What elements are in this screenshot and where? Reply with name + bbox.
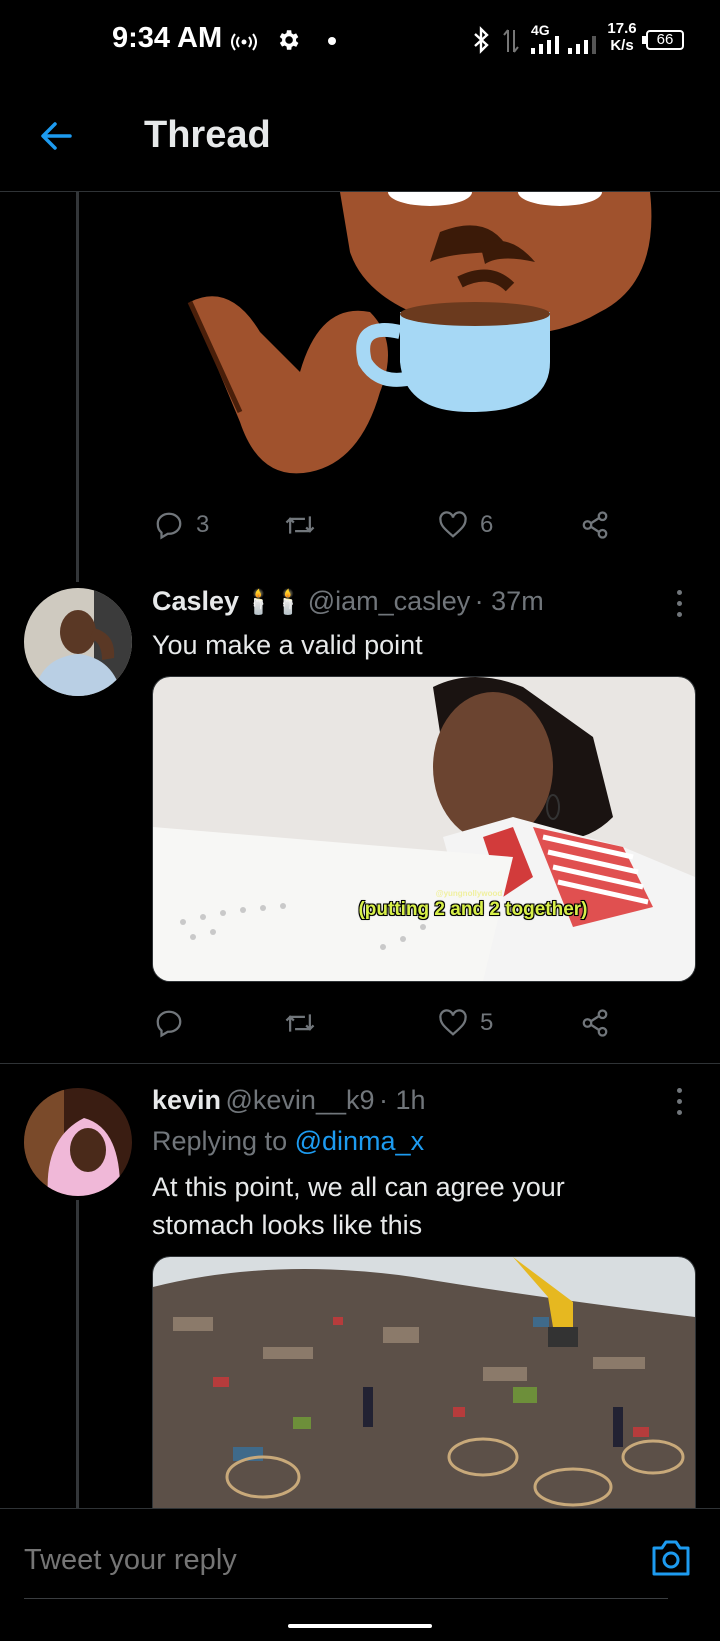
signal-icon-1 (531, 36, 559, 54)
gear-icon (279, 30, 299, 50)
avatar-kevin[interactable] (24, 1088, 132, 1196)
retweet-icon (285, 516, 315, 534)
tweet-header-casley: Casley 🕯️🕯️ @iam_casley · 37m (152, 586, 544, 617)
tweet-author-handle[interactable]: @kevin__k9 (226, 1085, 375, 1115)
status-bar: 9:34 AM 4G 17.6 K/s 66 (0, 0, 720, 80)
tweet-text: You make a valid point (152, 630, 423, 660)
reply-button[interactable]: 3 (154, 500, 209, 550)
tweet-divider (0, 1063, 720, 1064)
battery-level: 66 (656, 31, 674, 48)
reply-icon (156, 512, 182, 540)
share-button[interactable] (580, 500, 610, 550)
media-caption: (putting 2 and 2 together) (358, 899, 588, 920)
replying-to-prefix: Replying to (152, 1126, 288, 1156)
camera-icon[interactable] (650, 1538, 692, 1578)
like-button[interactable]: 6 (438, 500, 493, 550)
tweet-text-line-1: At this point, we all can agree your (152, 1172, 565, 1202)
candle-emoji: 🕯️🕯️ (243, 589, 304, 616)
home-indicator[interactable] (288, 1624, 432, 1628)
reply-button[interactable] (154, 998, 196, 1048)
like-button[interactable]: 5 (438, 998, 493, 1048)
tweet-media-image[interactable] (152, 1256, 696, 1509)
back-arrow-icon[interactable] (36, 116, 76, 156)
page-title: Thread (144, 114, 271, 156)
garbage-dump-image (153, 1257, 695, 1509)
reply-icon (156, 1010, 182, 1038)
hotspot-icon (231, 33, 257, 51)
avatar-image (24, 1088, 132, 1196)
woman-reading-meme-image (153, 677, 695, 981)
network-speed: 17.6 K/s (604, 20, 640, 54)
like-count: 5 (480, 1009, 494, 1036)
network-speed-unit: K/s (610, 37, 634, 54)
share-icon (582, 1009, 608, 1037)
reply-count: 3 (196, 511, 210, 538)
signal-icon-2 (568, 36, 596, 54)
more-icon[interactable] (675, 590, 685, 623)
data-transfer-icon (503, 29, 519, 53)
tweet-actions: 3 6 (154, 500, 614, 550)
notification-dot (328, 37, 336, 45)
tweet-text-line-2: stomach looks like this (152, 1210, 423, 1240)
media-watermark: @yungnollywood (435, 889, 503, 898)
retweet-button[interactable] (284, 500, 328, 550)
replying-to-link[interactable]: @dinma_x (295, 1126, 424, 1156)
reply-underline (24, 1598, 668, 1599)
more-icon[interactable] (675, 1088, 685, 1121)
retweet-button[interactable] (284, 998, 328, 1048)
tweet-time: · 1h (378, 1085, 426, 1115)
share-button[interactable] (580, 998, 610, 1048)
retweet-icon (285, 1014, 315, 1032)
battery-icon: 66 (646, 30, 684, 50)
avatar-image (24, 588, 132, 696)
tea-sipping-emoji-image (187, 178, 652, 474)
tweet-author-handle[interactable]: @iam_casley (308, 586, 470, 616)
like-icon (439, 511, 467, 538)
network-speed-value: 17.6 (607, 20, 637, 37)
tweet-actions: 5 (154, 998, 614, 1048)
tweet-author-name[interactable]: Casley (152, 586, 239, 616)
share-icon (582, 511, 608, 539)
like-icon (439, 1009, 467, 1036)
tweet-time: · 37m (474, 586, 544, 616)
thread-line (76, 192, 79, 582)
tweet-media-sticker[interactable] (150, 178, 670, 482)
replying-to: Replying to @dinma_x (152, 1126, 424, 1157)
avatar-casley[interactable] (24, 588, 132, 696)
thread-line (76, 1200, 79, 1508)
status-time: 9:34 AM (112, 22, 223, 54)
bluetooth-icon (474, 26, 489, 54)
like-count: 6 (480, 511, 494, 538)
tweet-media-image[interactable]: @yungnollywood (putting 2 and 2 together… (152, 676, 696, 982)
battery-tip (642, 36, 646, 44)
tweet-author-name[interactable]: kevin (152, 1085, 221, 1115)
reply-input[interactable] (24, 1544, 584, 1577)
header (0, 80, 720, 192)
tweet-header-kevin: kevin @kevin__k9 · 1h (152, 1085, 425, 1116)
tweet-text: At this point, we all can agree your sto… (152, 1168, 565, 1244)
